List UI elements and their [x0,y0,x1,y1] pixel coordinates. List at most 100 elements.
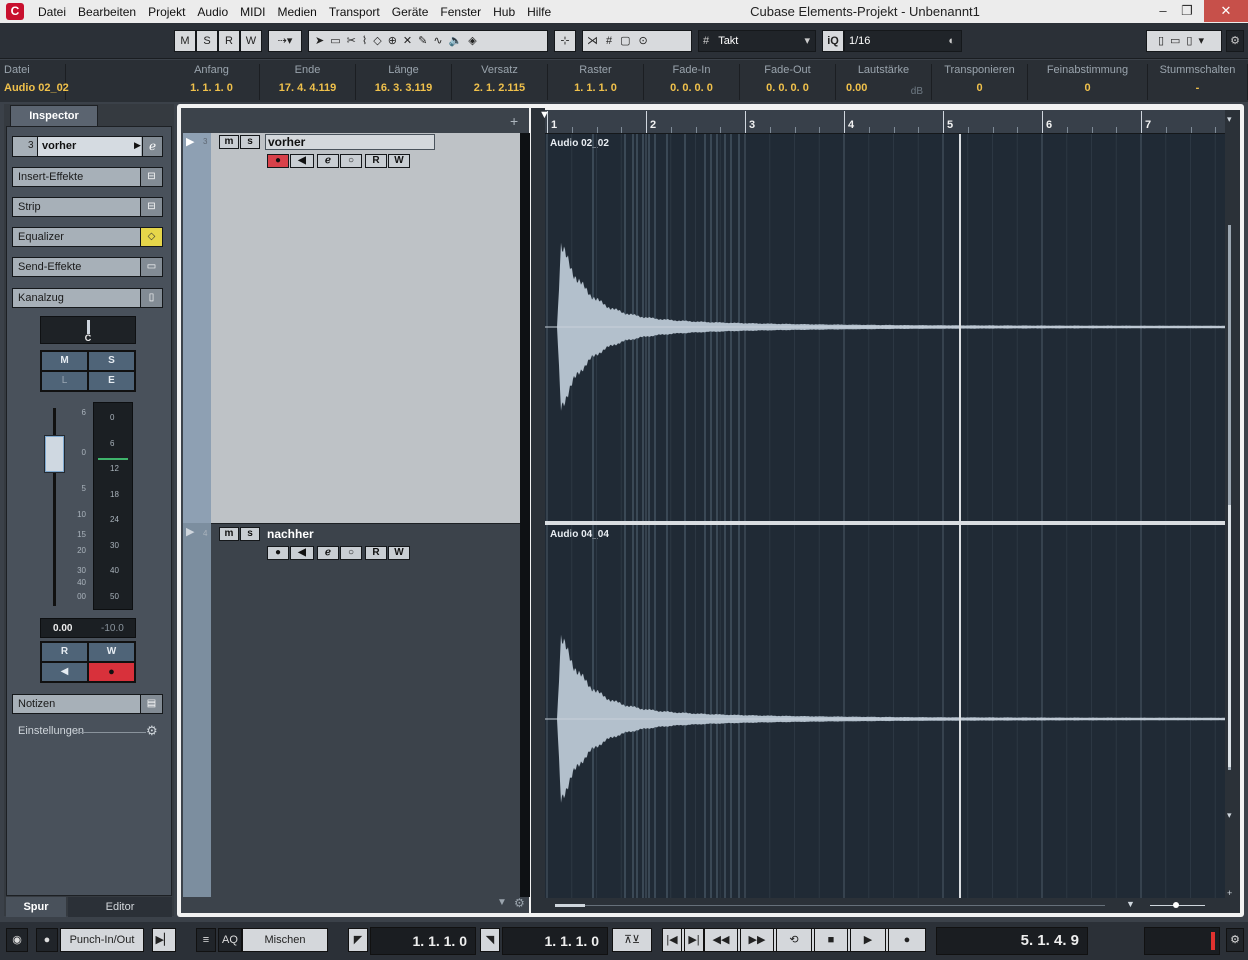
autoscroll-icon[interactable]: ⇢▾ [268,30,302,52]
record-mode-select[interactable]: Mischen [242,928,328,952]
timeline-ruler[interactable]: 1 2 3 4 5 6 7 [545,110,1225,134]
info-column[interactable]: Anfang 1. 1. 1. 0 [164,64,260,100]
mute-button[interactable]: m [219,135,239,149]
left-locator-display[interactable]: 1. 1. 1. 0 [370,927,476,955]
rewind-icon[interactable]: ◀◀ [704,928,738,952]
solo-button[interactable]: S [89,352,134,370]
gear-icon[interactable]: ⚙ [1226,30,1244,52]
section-notes[interactable]: Notizen ▤ [12,694,163,714]
chevron-down-icon[interactable]: ▼ [497,897,507,908]
mute-button[interactable]: M [42,352,87,370]
bypass-icon[interactable]: ⊟ [140,198,162,216]
solo-button[interactable]: s [240,135,260,149]
menu-item[interactable]: Bearbeiten [72,5,142,19]
menu-item[interactable]: Hilfe [521,5,557,19]
edit-channel-icon[interactable]: ℯ [142,137,162,156]
color-tool-icon[interactable]: ◈ [468,35,482,47]
maximize-button[interactable]: ❐ [1172,0,1202,22]
notes-icon[interactable]: ▤ [140,695,162,713]
cycle-icon[interactable]: ⟲ [776,928,812,952]
range-tool-icon[interactable]: ▭ [330,35,346,47]
monitor-icon[interactable]: ◀ [42,663,87,681]
volume-readout[interactable]: 0.00 -10.0 [40,618,136,638]
expand-icon[interactable]: ▶ [186,135,194,148]
mode-button-m[interactable]: M [174,30,196,52]
split-tool-icon[interactable]: ✂ [347,35,362,47]
snap-options[interactable]: ⋊#▢⊙ [582,30,692,52]
window-layout-buttons[interactable]: ▯▭▯▾ [1146,30,1222,52]
info-value[interactable]: - [1148,82,1247,94]
stop-icon[interactable]: ■ [814,928,848,952]
record-enable-icon[interactable]: ● [89,663,134,681]
menu-item[interactable]: Audio [191,5,234,19]
record-enable-icon[interactable]: ● [267,154,289,168]
track-name-field[interactable]: vorher [265,134,435,150]
read-automation-button[interactable]: R [365,154,387,168]
left-locator-icon[interactable]: ◤ [348,928,368,952]
grid-type-select[interactable]: # Takt ▾ [698,30,816,52]
mute-tool-icon[interactable]: ✕ [403,35,418,47]
track-nachher[interactable]: ▶ 4 m s nachher ● ◀ ℯ ○ R W [183,523,520,897]
snap-mode-icon[interactable]: ⋊ [587,35,606,47]
freeze-icon[interactable]: ○ [340,546,362,560]
info-value[interactable]: 0. 0. 0. 0 [740,82,835,94]
gear-icon[interactable]: ⚙ [1226,928,1244,952]
section-send-effects[interactable]: Send-Effekte ▭ [12,257,163,277]
horizontal-scrollbar[interactable]: ▼ [545,898,1225,913]
info-value[interactable]: 0. 0. 0. 0 [644,82,739,94]
write-automation-button[interactable]: W [89,643,134,661]
info-value[interactable]: 17. 4. 4.119 [260,82,355,94]
menu-item[interactable]: Datei [32,5,72,19]
section-insert-effects[interactable]: Insert-Effekte ⊟ [12,167,163,187]
info-column[interactable]: Raster 1. 1. 1. 0 [548,64,644,100]
menu-item[interactable]: Transport [323,5,386,19]
info-value[interactable]: 2. 1. 2.115 [452,82,547,94]
gear-icon[interactable]: ⚙ [146,723,158,739]
zoom-out-icon[interactable]: ▾ [1227,810,1232,821]
eq-bypass-icon[interactable]: ◇ [140,228,162,246]
info-column[interactable]: Feinabstimmung 0 [1028,64,1148,100]
gear-icon[interactable]: ⚙ [514,896,525,910]
section-channel-strip[interactable]: Kanalzug ▯ [12,288,163,308]
info-column[interactable]: Datei Audio 02_02 [0,64,69,100]
play-tool-icon[interactable]: 🔈 [449,35,469,47]
volume-fader-handle[interactable] [45,436,64,472]
write-automation-button[interactable]: W [388,154,410,168]
inspector-track-name[interactable]: vorher [37,137,141,156]
grid-snap-icon[interactable]: # [606,35,620,47]
pointer-tool-icon[interactable]: ➤ [315,35,330,47]
event-lane-nachher[interactable]: Audio 04_04 [545,525,1225,898]
snap-events-icon[interactable]: ▢ [620,35,638,47]
zoom-in-icon[interactable]: + [1227,888,1232,898]
record-icon[interactable]: ● [888,928,926,952]
iq-button[interactable]: iQ [822,30,844,52]
scrollbar-thumb-active[interactable] [1228,505,1231,767]
fast-forward-icon[interactable]: ▶▶ [740,928,774,952]
info-value[interactable]: Audio 02_02 [0,82,69,94]
snap-cursor-icon[interactable]: ⊙ [639,35,656,47]
menu-item[interactable]: Medien [271,5,322,19]
record-enable-icon[interactable]: ● [267,546,289,560]
info-value[interactable]: 1. 1. 1. 0 [164,82,259,94]
settings-row[interactable]: Einstellungen ⚙ [18,723,163,740]
section-strip[interactable]: Strip ⊟ [12,197,163,217]
close-button[interactable]: ✕ [1204,0,1248,22]
info-column[interactable]: Ende 17. 4. 4.119 [260,64,356,100]
inspector-track-header[interactable]: 3 vorher ▶ ℯ [12,136,163,157]
info-column[interactable]: Transponieren 0 [932,64,1028,100]
tab-spur[interactable]: Spur [6,897,66,917]
tab-editor[interactable]: Editor [68,897,172,917]
info-column[interactable]: Fade-Out 0. 0. 0. 0 [740,64,836,100]
aq-button[interactable]: AQ [218,928,242,952]
menu-item[interactable]: Geräte [386,5,435,19]
info-value[interactable]: 0 [932,82,1027,94]
info-column[interactable]: Fade-In 0. 0. 0. 0 [644,64,740,100]
playhead-marker-icon[interactable]: ▼ [539,109,550,121]
edit-channel-icon[interactable]: ℯ [317,154,339,168]
bypass-icon[interactable]: ⊟ [140,168,162,186]
position-display[interactable]: 5. 1. 4. 9 [936,927,1088,955]
quantize-apply-icon[interactable]: ◐ [948,31,955,51]
pre-roll-icon[interactable]: ⊼⊻ [612,928,652,952]
snap-icon[interactable]: ⊹ [554,30,576,52]
track-name-field[interactable]: nachher [267,527,437,543]
